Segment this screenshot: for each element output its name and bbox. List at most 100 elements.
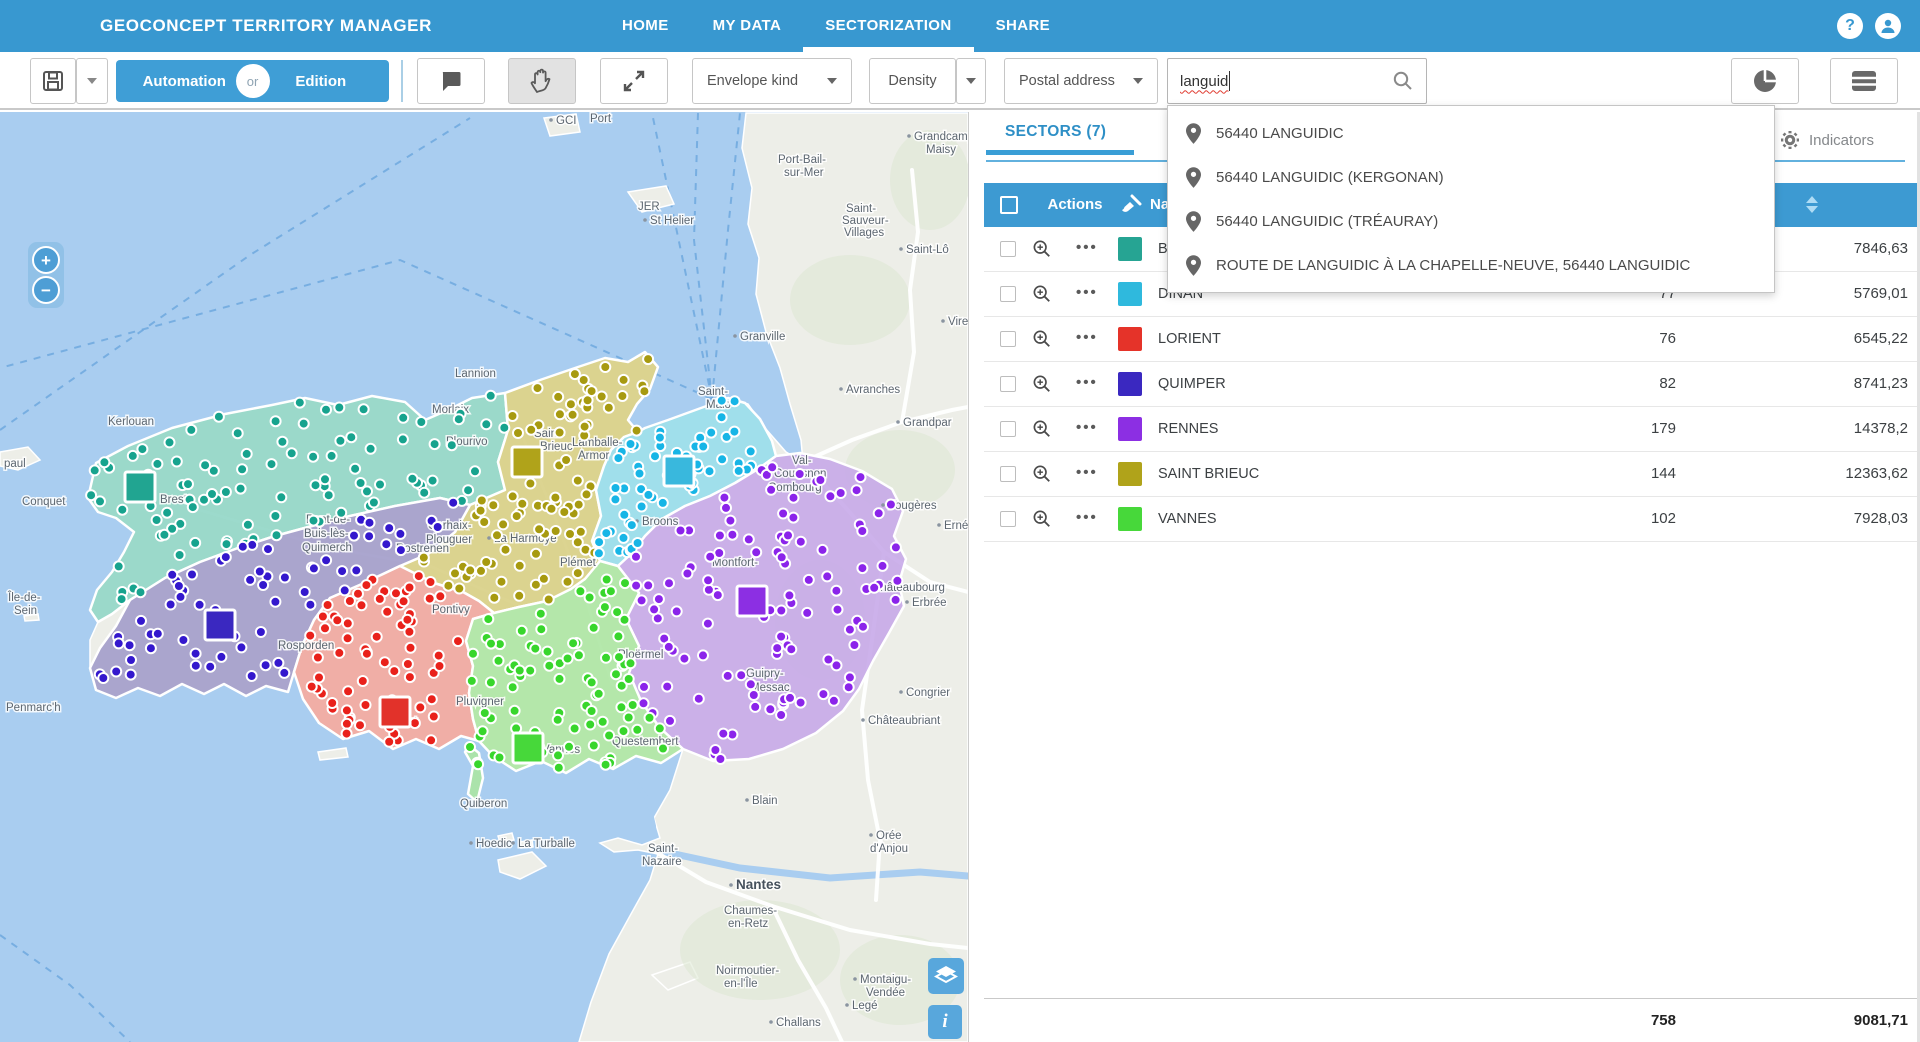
table-row: •••VANNES1027928,03 <box>984 497 1920 542</box>
row-more-actions[interactable]: ••• <box>1076 272 1098 316</box>
sector-area: 12363,62 <box>1845 452 1908 496</box>
svg-text:Avranches: Avranches <box>846 384 900 396</box>
tab-sectors[interactable]: SECTORS (7) <box>1005 123 1106 141</box>
row-checkbox[interactable] <box>1000 421 1016 437</box>
pan-tool-button[interactable] <box>508 58 576 104</box>
save-options-button[interactable] <box>76 58 108 104</box>
zoom-to-sector-icon[interactable] <box>1032 464 1052 484</box>
sector-color-swatch[interactable] <box>1118 507 1142 531</box>
row-more-actions[interactable]: ••• <box>1076 317 1098 361</box>
sector-color-swatch[interactable] <box>1118 237 1142 261</box>
map-canvas[interactable]: GCIPortGrandcamp-MaisyPort-Bail-sur-MerJ… <box>0 112 968 1042</box>
address-type-dropdown[interactable]: Postal address <box>1004 58 1158 104</box>
column-header-actions[interactable]: Actions <box>1040 183 1110 227</box>
indicators-button[interactable]: Indicators <box>1780 130 1874 150</box>
row-checkbox[interactable] <box>1000 511 1016 527</box>
zoom-to-sector-icon[interactable] <box>1032 419 1052 439</box>
svg-text:Sein: Sein <box>14 605 37 617</box>
svg-text:Nantes: Nantes <box>736 877 781 892</box>
help-button[interactable]: ? <box>1837 13 1863 39</box>
svg-text:Armor: Armor <box>578 450 609 462</box>
fullscreen-button[interactable] <box>600 58 668 104</box>
table-row: •••RENNES17914378,2 <box>984 407 1920 452</box>
row-checkbox[interactable] <box>1000 466 1016 482</box>
address-suggestions-dropdown: 56440 LANGUIDIC56440 LANGUIDIC (KERGONAN… <box>1167 105 1775 293</box>
edition-option[interactable]: Edition <box>253 73 390 90</box>
svg-text:Brest: Brest <box>160 494 188 506</box>
chevron-down-icon <box>1133 78 1143 84</box>
select-all-checkbox[interactable] <box>1000 196 1018 214</box>
svg-text:en-l'Île: en-l'Île <box>724 977 758 990</box>
comment-button[interactable] <box>417 58 485 104</box>
zoom-to-sector-icon[interactable] <box>1032 284 1052 304</box>
address-type-label: Postal address <box>1019 73 1115 89</box>
svg-text:Hoedic: Hoedic <box>476 838 512 850</box>
svg-text:Port-Bail-: Port-Bail- <box>778 154 826 166</box>
row-more-actions[interactable]: ••• <box>1076 362 1098 406</box>
row-checkbox[interactable] <box>1000 241 1016 257</box>
sector-name: VANNES <box>1158 497 1217 541</box>
density-label: Density <box>888 73 936 89</box>
density-options-button[interactable] <box>956 58 986 104</box>
search-icon[interactable] <box>1392 70 1414 92</box>
sector-color-swatch[interactable] <box>1118 327 1142 351</box>
suggestion-text: 56440 LANGUIDIC (TRÉAURAY) <box>1216 213 1438 230</box>
row-more-actions[interactable]: ••• <box>1076 497 1098 541</box>
map-pin-icon <box>1186 255 1201 276</box>
app-title: GEOCONCEPT TERRITORY MANAGER <box>100 0 432 52</box>
map-image[interactable]: GCIPortGrandcamp-MaisyPort-Bail-sur-MerJ… <box>0 112 968 1042</box>
layers-icon <box>934 965 958 987</box>
svg-text:Congrier: Congrier <box>906 687 950 699</box>
density-button[interactable]: Density <box>869 58 956 104</box>
zoom-to-sector-icon[interactable] <box>1032 374 1052 394</box>
row-more-actions[interactable]: ••• <box>1076 452 1098 496</box>
zoom-in-button[interactable]: + <box>32 246 60 274</box>
zoom-to-sector-icon[interactable] <box>1032 239 1052 259</box>
svg-text:Erbrée: Erbrée <box>912 597 947 609</box>
suggestion-item[interactable]: 56440 LANGUIDIC (TRÉAURAY) <box>1168 199 1774 243</box>
main-nav: HOMEMY DATASECTORIZATIONSHARE <box>600 0 1072 52</box>
sector-color-swatch[interactable] <box>1118 417 1142 441</box>
user-account-button[interactable] <box>1875 13 1901 39</box>
address-search-input[interactable]: languid <box>1167 58 1427 104</box>
row-checkbox[interactable] <box>1000 331 1016 347</box>
chart-view-button[interactable] <box>1731 58 1799 104</box>
row-more-actions[interactable]: ••• <box>1076 407 1098 451</box>
zoom-to-sector-icon[interactable] <box>1032 509 1052 529</box>
svg-text:Broons: Broons <box>642 516 679 528</box>
row-more-actions[interactable]: ••• <box>1076 227 1098 271</box>
sort-icon[interactable] <box>1806 196 1818 213</box>
layers-button[interactable] <box>928 958 964 994</box>
sector-name: LORIENT <box>1158 317 1221 361</box>
toolbar-separator <box>401 60 403 102</box>
row-checkbox[interactable] <box>1000 286 1016 302</box>
suggestion-item[interactable]: ROUTE DE LANGUIDIC À LA CHAPELLE-NEUVE, … <box>1168 243 1774 287</box>
paintbrush-icon[interactable] <box>1120 194 1142 216</box>
svg-text:Penmarc'h: Penmarc'h <box>6 702 61 714</box>
save-button[interactable] <box>30 58 76 104</box>
text-cursor <box>1229 71 1230 91</box>
row-checkbox[interactable] <box>1000 376 1016 392</box>
map-info-button[interactable]: i <box>928 1005 962 1039</box>
nav-item-my-data[interactable]: MY DATA <box>691 0 804 52</box>
nav-item-share[interactable]: SHARE <box>974 0 1073 52</box>
sector-color-swatch[interactable] <box>1118 462 1142 486</box>
list-view-button[interactable] <box>1830 58 1898 104</box>
nav-item-home[interactable]: HOME <box>600 0 691 52</box>
pie-chart-icon <box>1752 68 1778 94</box>
sector-color-swatch[interactable] <box>1118 282 1142 306</box>
indicators-label: Indicators <box>1809 132 1874 149</box>
sector-area: 14378,2 <box>1854 407 1908 451</box>
svg-text:Montaigu-: Montaigu- <box>860 974 911 986</box>
zoom-to-sector-icon[interactable] <box>1032 329 1052 349</box>
sector-color-swatch[interactable] <box>1118 372 1142 396</box>
suggestion-item[interactable]: 56440 LANGUIDIC (KERGONAN) <box>1168 155 1774 199</box>
svg-text:Vire: Vire <box>948 316 968 328</box>
envelope-kind-dropdown[interactable]: Envelope kind <box>692 58 852 104</box>
zoom-out-button[interactable]: − <box>32 276 60 304</box>
suggestion-item[interactable]: 56440 LANGUIDIC <box>1168 111 1774 155</box>
nav-item-sectorization[interactable]: SECTORIZATION <box>803 0 973 52</box>
user-icon <box>1880 18 1896 34</box>
mode-toggle[interactable]: Automation Edition or <box>116 60 389 102</box>
automation-option[interactable]: Automation <box>116 73 253 90</box>
